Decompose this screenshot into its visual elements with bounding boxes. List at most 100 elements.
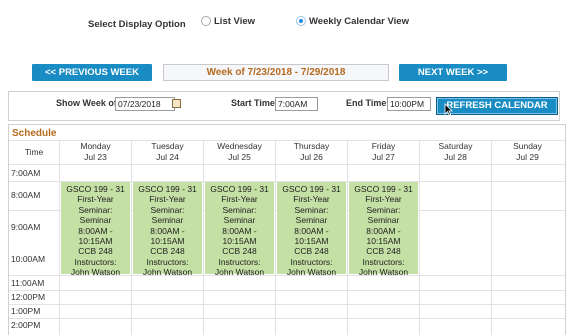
day-header-tuesday: Tuesday Jul 24 [132, 141, 203, 163]
event-line: First-Year [77, 194, 114, 205]
time-label: 10:00AM [11, 254, 46, 264]
day-header-friday: Friday Jul 27 [348, 141, 419, 163]
day-name: Sunday [513, 141, 542, 151]
event-line: GSCO 199 - 31 [282, 184, 341, 194]
event-line: 8:00AM - [366, 225, 401, 236]
end-time-input[interactable]: 10:00PM [387, 97, 431, 111]
event-line: GSCO 199 - 31 [66, 184, 125, 194]
weekly-calendar-view-label[interactable]: Weekly Calendar View [309, 16, 409, 27]
day-header-thursday: Thursday Jul 26 [276, 141, 347, 163]
event-line: CCB 248 [294, 246, 329, 257]
day-date: Jul 29 [516, 152, 539, 162]
day-header-sunday: Sunday Jul 29 [492, 141, 563, 163]
event-gsco-199-thursday[interactable]: GSCO 199 - 31 First-Year Seminar: Semina… [277, 182, 346, 277]
event-line: GSCO 199 - 31 [138, 184, 197, 194]
grid-line [491, 140, 492, 335]
show-week-label: Show Week of [56, 98, 117, 108]
event-line: Instructors: [362, 256, 405, 267]
grid-line [203, 140, 204, 335]
grid-line [9, 290, 565, 291]
time-label: 2:00PM [11, 320, 41, 330]
event-line: 8:00AM - [294, 225, 329, 236]
event-line: First-Year [365, 194, 402, 205]
weekly-calendar-view-radio[interactable] [296, 16, 306, 26]
next-week-button[interactable]: NEXT WEEK >> [399, 64, 507, 81]
time-label: 8:00AM [11, 190, 41, 200]
event-line: 10:15AM [366, 236, 401, 247]
event-line: 10:15AM [222, 236, 257, 247]
grid-line [59, 140, 60, 335]
day-name: Saturday [438, 141, 473, 151]
event-line: GSCO 199 - 31 [210, 184, 269, 194]
list-view-radio[interactable] [201, 16, 211, 26]
event-line: 8:00AM - [78, 225, 113, 236]
event-line: Instructors: [146, 256, 189, 267]
previous-week-button[interactable]: << PREVIOUS WEEK [32, 64, 152, 81]
event-line: Seminar: [366, 204, 401, 215]
event-gsco-199-tuesday[interactable]: GSCO 199 - 31 First-Year Seminar: Semina… [133, 182, 202, 278]
end-time-label: End Time [346, 98, 387, 108]
mouse-cursor-icon [444, 103, 453, 116]
event-line: 10:15AM [78, 236, 113, 247]
event-line: 8:00AM - [222, 225, 257, 236]
event-line: Seminar [367, 215, 400, 226]
day-name: Monday [80, 141, 111, 151]
day-name: Thursday [293, 141, 330, 151]
time-label: 11:00AM [11, 278, 45, 288]
event-line: CCB 248 [78, 246, 113, 257]
time-label: 12:00PM [11, 292, 46, 302]
event-line: Seminar: [78, 204, 113, 215]
event-line: Seminar [151, 215, 184, 226]
day-header-wednesday: Wednesday Jul 25 [204, 141, 275, 163]
event-line: GSCO 199 - 31 [354, 184, 413, 194]
day-name: Wednesday [217, 141, 262, 151]
event-line: John Watson [358, 267, 409, 278]
time-label: 1:00PM [11, 306, 41, 316]
event-line: 10:15AM [294, 236, 329, 247]
event-line: Seminar: [294, 204, 329, 215]
event-line: First-Year [293, 194, 330, 205]
grid-line [347, 140, 348, 335]
event-line: John Watson [70, 267, 121, 278]
event-line: CCB 248 [150, 246, 185, 257]
event-gsco-199-wednesday[interactable]: GSCO 199 - 31 First-Year Seminar: Semina… [205, 182, 274, 278]
time-label: 7:00AM [11, 168, 41, 178]
refresh-calendar-button[interactable]: REFRESH CALENDAR [436, 97, 558, 115]
day-date: Jul 27 [372, 152, 395, 162]
grid-line [9, 318, 565, 319]
grid-line [419, 140, 420, 335]
week-title: Week of 7/23/2018 - 7/29/2018 [163, 64, 389, 81]
display-option-label: Select Display Option [88, 19, 186, 30]
event-line: Instructors: [74, 256, 117, 267]
event-line: Instructors: [290, 256, 333, 267]
day-date: Jul 28 [444, 152, 467, 162]
grid-line [275, 140, 276, 335]
day-header-saturday: Saturday Jul 28 [420, 141, 491, 163]
time-label: 9:00AM [11, 222, 41, 232]
event-gsco-199-monday[interactable]: GSCO 199 - 31 First-Year Seminar: Semina… [61, 182, 130, 278]
event-gsco-199-friday[interactable]: GSCO 199 - 31 First-Year Seminar: Semina… [349, 182, 418, 278]
event-line: John Watson [214, 267, 265, 278]
grid-line [9, 304, 565, 305]
event-line: Seminar [223, 215, 256, 226]
calendar-picker-icon[interactable] [172, 99, 181, 108]
start-time-input[interactable]: 7:00AM [275, 97, 318, 111]
event-line: Seminar: [150, 204, 185, 215]
event-line: 10:15AM [150, 236, 185, 247]
show-week-input[interactable]: 07/23/2018 [115, 97, 175, 111]
schedule-panel: Schedule Time Monday Jul 23 Tuesday Jul … [8, 124, 566, 335]
event-line: CCB 248 [366, 246, 401, 257]
event-line: Instructors: [218, 256, 261, 267]
start-time-label: Start Time [231, 98, 275, 108]
day-date: Jul 24 [156, 152, 179, 162]
day-date: Jul 26 [300, 152, 323, 162]
list-view-label[interactable]: List View [214, 16, 255, 27]
event-line: CCB 248 [222, 246, 257, 257]
event-line: Seminar [79, 215, 112, 226]
grid-line [131, 140, 132, 335]
event-line: John Watson [142, 267, 193, 278]
day-name: Friday [371, 141, 396, 151]
day-header-monday: Monday Jul 23 [60, 141, 131, 163]
event-line: 8:00AM - [150, 225, 185, 236]
day-name: Tuesday [151, 141, 184, 151]
